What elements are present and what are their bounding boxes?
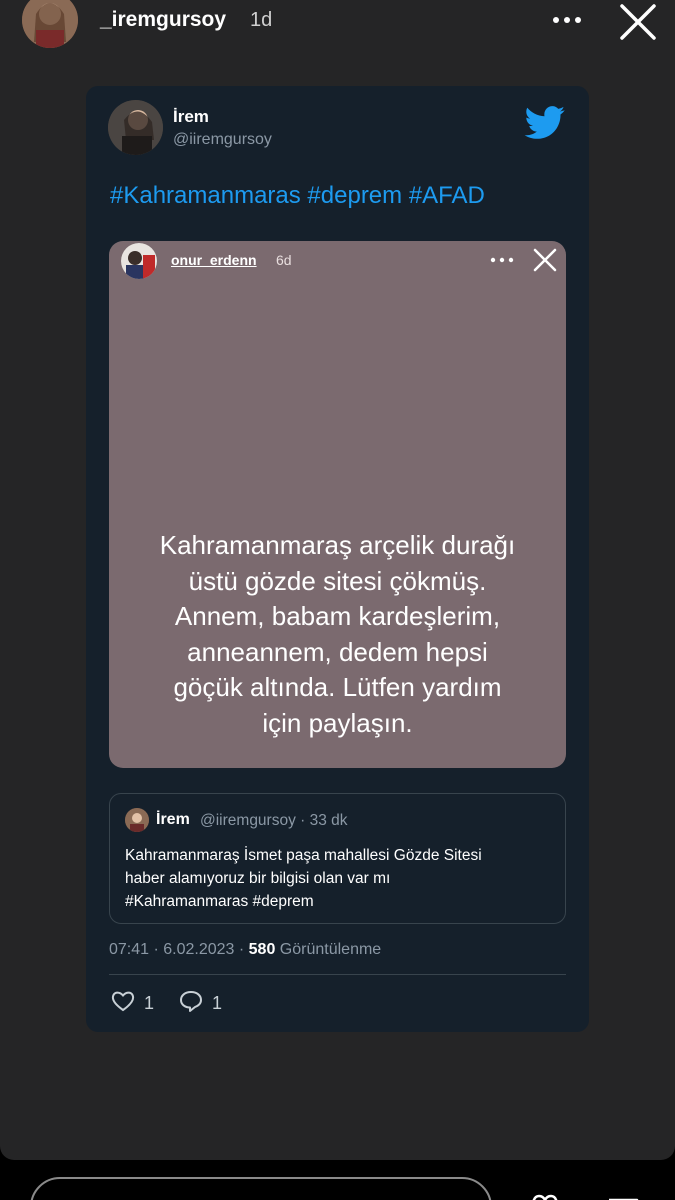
views-count: 580 — [248, 941, 276, 958]
quoted-tweet-meta: @iiremgursoy · 33 dk — [200, 812, 348, 829]
quoted-tweet-name: İrem — [156, 811, 190, 828]
reply-button[interactable]: 1 — [178, 990, 222, 1016]
tweet-card[interactable]: İrem @iiremgursoy #Kahramanmaras #deprem… — [86, 86, 589, 1032]
embedded-story-time: 6d — [276, 252, 292, 268]
divider — [109, 974, 566, 975]
embedded-text-line: Kahramanmaraş arçelik durağı — [159, 530, 516, 560]
quoted-text-line: Kahramanmaraş İsmet paşa mahallesi Gözde… — [125, 847, 482, 864]
story-time: 1d — [250, 9, 273, 31]
quoted-tweet-avatar — [125, 808, 149, 832]
quoted-tweet-text: Kahramanmaraş İsmet paşa mahallesi Gözde… — [125, 844, 555, 913]
embedded-story-image[interactable]: onur_erdenn 6d Kahramanmaraş arçelik dur… — [109, 241, 566, 768]
like-button[interactable]: 1 — [110, 990, 154, 1016]
embedded-text-line: üstü gözde sitesi çökmüş. — [188, 565, 487, 596]
tweet-author-handle[interactable]: @iiremgursoy — [173, 131, 272, 149]
embedded-text-line: Annem, babam kardeşlerim, — [174, 601, 501, 631]
tweet-timestamp: 07:41 · 6.02.2023 · — [109, 941, 249, 958]
heart-icon — [110, 989, 136, 1018]
story-username[interactable]: _iremgursoy — [100, 8, 226, 32]
tweet-avatar[interactable] — [108, 100, 163, 155]
embedded-text-line: anneannem, dedem hepsi — [187, 636, 488, 667]
like-count: 1 — [144, 992, 155, 1013]
ellipsis-icon[interactable] — [550, 6, 584, 34]
story-avatar[interactable] — [22, 0, 78, 48]
tweet-hashtags[interactable]: #Kahramanmaras #deprem #AFAD — [110, 182, 485, 210]
quoted-text-line: haber alamıyoruz bir bilgisi olan var mı — [125, 870, 391, 887]
quoted-text-line: #Kahramanmaras #deprem — [125, 893, 314, 910]
close-icon[interactable] — [618, 2, 658, 42]
embedded-ellipsis-icon — [489, 252, 515, 268]
embedded-text-line: göçük altında. Lütfen yardım — [173, 672, 502, 702]
tweet-timestamp-views: 07:41 · 6.02.2023 · 580 Görüntülenme — [109, 941, 381, 959]
embedded-close-icon — [532, 247, 558, 273]
send-message-input[interactable] — [30, 1177, 492, 1200]
heart-icon[interactable] — [528, 1192, 562, 1200]
quoted-tweet[interactable]: İrem @iiremgursoy · 33 dk Kahramanmaraş … — [109, 793, 566, 924]
twitter-bird-icon — [524, 106, 566, 140]
embedded-story-text: Kahramanmaraş arçelik durağı üstü gözde … — [109, 528, 566, 741]
paper-plane-icon[interactable] — [606, 1192, 640, 1200]
tweet-author-name[interactable]: İrem — [173, 107, 209, 127]
embedded-story-username: onur_erdenn — [171, 252, 257, 268]
story-viewer: _iremgursoy 1d İrem @iiremgursoy #Kahram… — [0, 0, 675, 1160]
story-header: _iremgursoy 1d — [0, 0, 675, 50]
embedded-text-line: için paylaşın. — [262, 707, 413, 738]
reply-count: 1 — [212, 992, 223, 1013]
embedded-story-avatar — [121, 243, 157, 279]
views-label: Görüntülenme — [275, 941, 382, 958]
speech-bubble-icon — [178, 989, 204, 1018]
